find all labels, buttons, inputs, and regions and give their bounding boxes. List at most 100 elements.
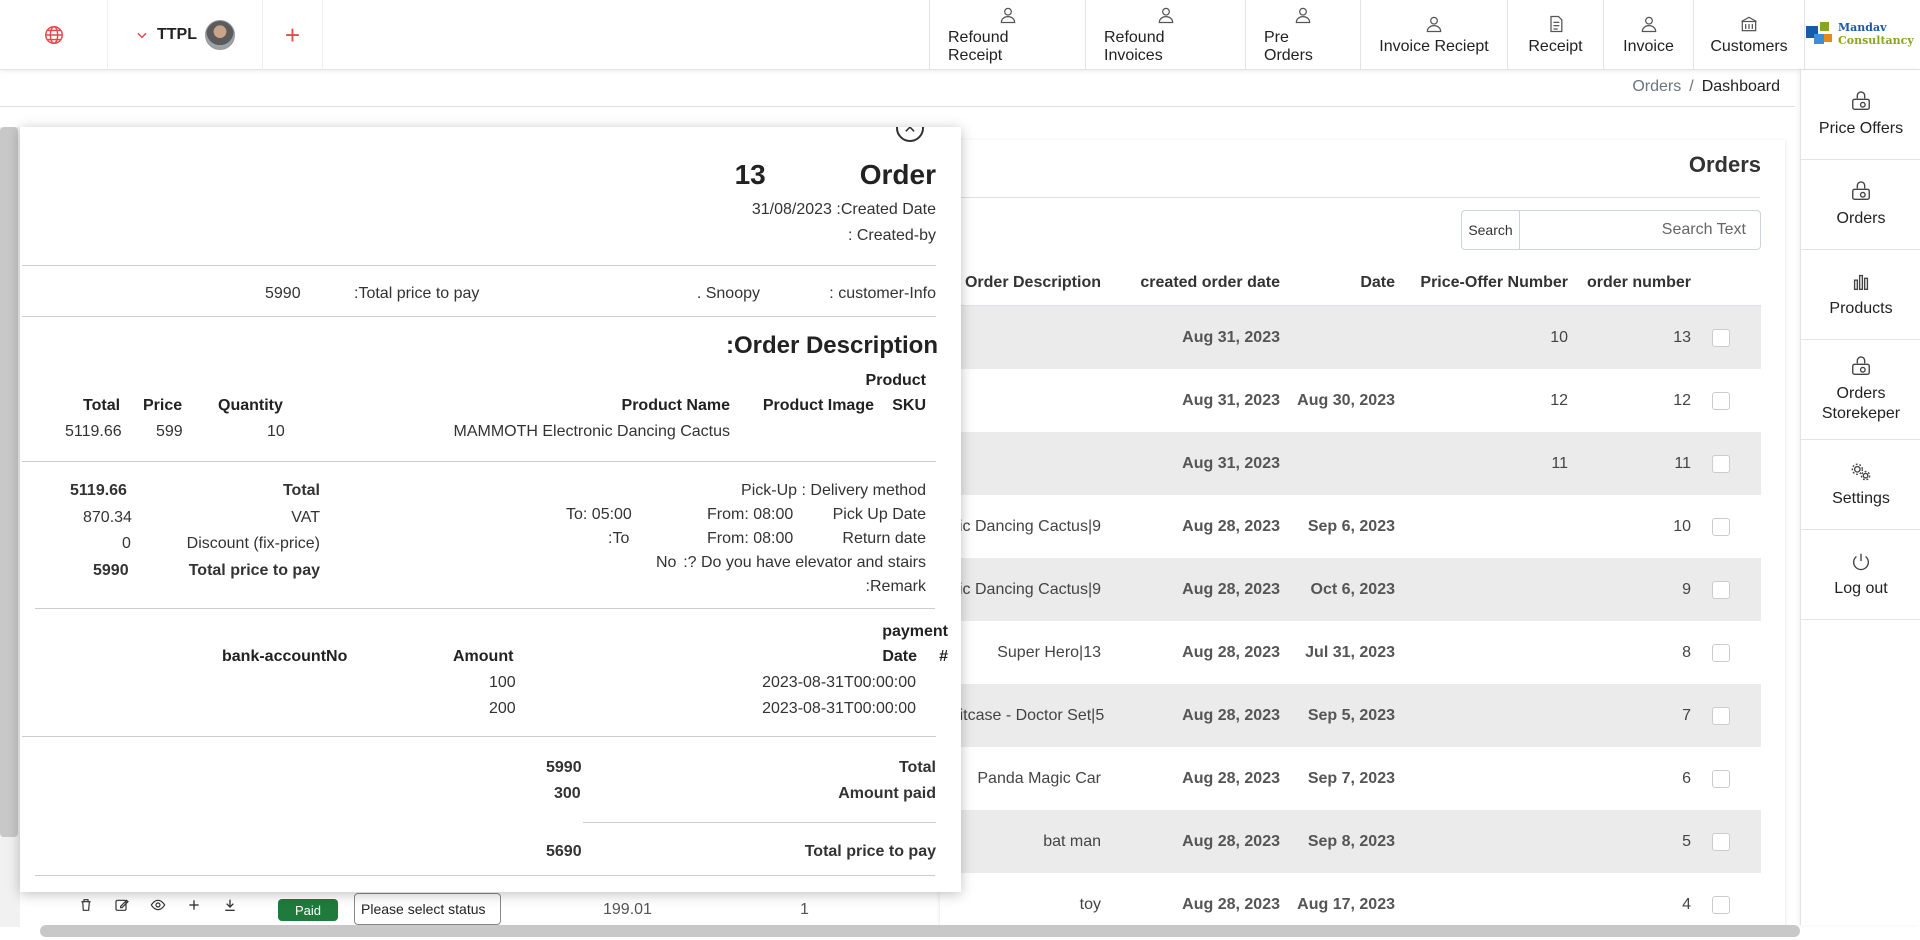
sidebar-item-log-out[interactable]: Log out — [1801, 530, 1920, 620]
tab-refound-receipt[interactable]: Refound Receipt — [929, 0, 1085, 70]
table-row[interactable]: bat man Aug 28, 2023 Sep 8, 2023 5 — [940, 810, 1761, 873]
breadcrumb: Orders / Dashboard — [1632, 78, 1780, 96]
row-actions — [75, 894, 241, 916]
edit-button[interactable] — [111, 894, 133, 916]
table-body: Aug 31, 2023 10 13 Aug 31, 2023 Aug 30, 2023… — [940, 306, 1761, 936]
row-checkbox[interactable] — [1712, 580, 1730, 599]
item-price: 599 — [156, 423, 183, 440]
user-icon — [1641, 16, 1656, 33]
cell-order-description: Suitcase - Doctor Set|5 — [940, 706, 1105, 724]
tab-label: Invoice Reciept — [1379, 38, 1489, 55]
table-row[interactable]: Suitcase - Doctor Set|5 Aug 28, 2023 Sep 5… — [940, 684, 1761, 747]
cell-order-number: 12 — [1673, 391, 1691, 409]
sidebar-item-label: Price Offers — [1818, 119, 1904, 137]
delete-button[interactable] — [75, 894, 97, 916]
breadcrumb-parent[interactable]: Orders — [1632, 78, 1681, 96]
download-button[interactable] — [219, 894, 241, 916]
table-row[interactable]: Aug 31, 2023 Aug 30, 2023 12 12 — [940, 369, 1761, 432]
tab-customers[interactable]: Customers — [1693, 0, 1805, 70]
language-button[interactable] — [0, 0, 108, 70]
divider — [35, 875, 935, 876]
top-nav: Refound Receipt Refound Invoices Pre Ord… — [929, 0, 1805, 70]
cell-created-order-date: Aug 28, 2023 — [1182, 580, 1280, 598]
row-quantity: 1 — [800, 901, 809, 918]
sidebar-item-orders-storekeper[interactable]: Orders Storekeper — [1801, 340, 1920, 440]
vertical-scrollbar[interactable] — [0, 127, 18, 837]
horizontal-scrollbar[interactable] — [40, 925, 1800, 937]
table-row[interactable]: onic Dancing Cactus|9 Aug 28, 2023 Oct 6, … — [940, 558, 1761, 621]
cell-date: Sep 7, 2023 — [1307, 769, 1395, 787]
delivery-method: Pick-Up : Delivery method — [741, 482, 926, 499]
table-row[interactable]: Aug 31, 2023 10 13 — [940, 306, 1761, 369]
cell-order-number: 13 — [1673, 328, 1691, 346]
add-button[interactable]: + — [263, 0, 323, 70]
modal-title: 13 Order — [735, 159, 936, 191]
tab-invoice[interactable]: Invoice — [1603, 0, 1693, 70]
row-checkbox[interactable] — [1712, 454, 1730, 473]
item-quantity: 10 — [267, 423, 285, 440]
row-checkbox[interactable] — [1712, 391, 1730, 410]
sidebar-item-price-offers[interactable]: Price Offers — [1801, 70, 1920, 160]
shopping-basket-icon — [1852, 90, 1870, 110]
cell-order-number: 6 — [1682, 769, 1691, 787]
cell-price-offer-number: 11 — [1551, 454, 1568, 472]
cell-date: Sep 6, 2023 — [1307, 517, 1395, 535]
row-checkbox[interactable] — [1712, 643, 1730, 662]
row-checkbox[interactable] — [1712, 517, 1730, 536]
tab-label: Invoice — [1623, 38, 1674, 55]
created-by: : Created-by — [847, 227, 936, 244]
cell-created-order-date: Aug 31, 2023 — [1182, 391, 1280, 409]
add-row-button[interactable] — [183, 894, 205, 916]
table-row[interactable]: onic Dancing Cactus|9 Aug 28, 2023 Sep 6, … — [940, 495, 1761, 558]
gears-icon — [1851, 463, 1871, 480]
document-icon — [1549, 15, 1562, 33]
company-logo[interactable]: Mandav Consultancy — [1806, 14, 1916, 54]
sidebar-item-orders[interactable]: Orders — [1801, 160, 1920, 250]
breadcrumb-separator: / — [1689, 78, 1694, 95]
summary-total-label: Total — [282, 482, 320, 499]
summary-pay-label: Total price to pay — [188, 562, 320, 579]
status-select[interactable]: Please select status — [354, 893, 501, 925]
cell-date: Oct 6, 2023 — [1310, 580, 1396, 598]
row-checkbox[interactable] — [1712, 769, 1730, 788]
tab-label: Pre Orders — [1264, 29, 1313, 64]
summary-pay-value: 5990 — [93, 562, 129, 579]
divider — [22, 316, 936, 317]
table-row[interactable]: Panda Magic Car Aug 28, 2023 Sep 7, 2023 6 — [940, 747, 1761, 810]
footer-pay-label: Total price to pay — [804, 843, 936, 860]
view-button[interactable] — [147, 894, 169, 916]
cell-select — [1691, 643, 1751, 662]
download-icon — [225, 899, 235, 911]
row-checkbox[interactable] — [1712, 328, 1730, 347]
plus-icon: + — [284, 19, 301, 50]
user-menu[interactable]: TTPL — [108, 0, 263, 70]
tab-label: Refound Receipt — [948, 29, 1009, 64]
col-price-offer-number[interactable]: Price-Offer Number — [1395, 274, 1568, 292]
col-created-order-date[interactable]: created order date — [1115, 274, 1280, 292]
col-order-description[interactable]: Order Description — [940, 274, 1115, 292]
row-checkbox[interactable] — [1712, 832, 1730, 851]
avatar[interactable] — [205, 20, 235, 50]
col-date[interactable]: Date — [1280, 274, 1395, 292]
tab-receipt[interactable]: Receipt — [1507, 0, 1603, 70]
col-order-number[interactable]: order number — [1568, 274, 1691, 292]
customer-label: : customer-Info — [829, 285, 936, 302]
cell-order-number: 9 — [1682, 580, 1691, 598]
tab-refound-invoices[interactable]: Refound Invoices — [1085, 0, 1245, 70]
order-details-modal: ✕ 13 Order 31/08/2023 :Created Date : Cr… — [20, 127, 961, 892]
total-to-pay-label: :Total price to pay — [354, 285, 480, 302]
cell-order-number: 7 — [1682, 706, 1691, 724]
table-row[interactable]: Super Hero|13 Aug 28, 2023 Jul 31, 2023 8 — [940, 621, 1761, 684]
sidebar-item-products[interactable]: Products — [1801, 250, 1920, 340]
table-row[interactable]: Aug 31, 2023 11 11 — [940, 432, 1761, 495]
cell-order-description: bat man — [1043, 832, 1101, 850]
search-input[interactable] — [1520, 211, 1760, 249]
summary-vat-label: VAT — [291, 509, 320, 526]
row-checkbox[interactable] — [1712, 706, 1730, 725]
cell-order-description: onic Dancing Cactus|9 — [941, 580, 1101, 598]
tab-pre-orders[interactable]: Pre Orders — [1245, 0, 1360, 70]
close-button[interactable]: ✕ — [896, 127, 924, 142]
sidebar-item-settings[interactable]: Settings — [1801, 440, 1920, 530]
tab-invoice-reciept[interactable]: Invoice Reciept — [1360, 0, 1507, 70]
globe-icon — [44, 26, 63, 44]
